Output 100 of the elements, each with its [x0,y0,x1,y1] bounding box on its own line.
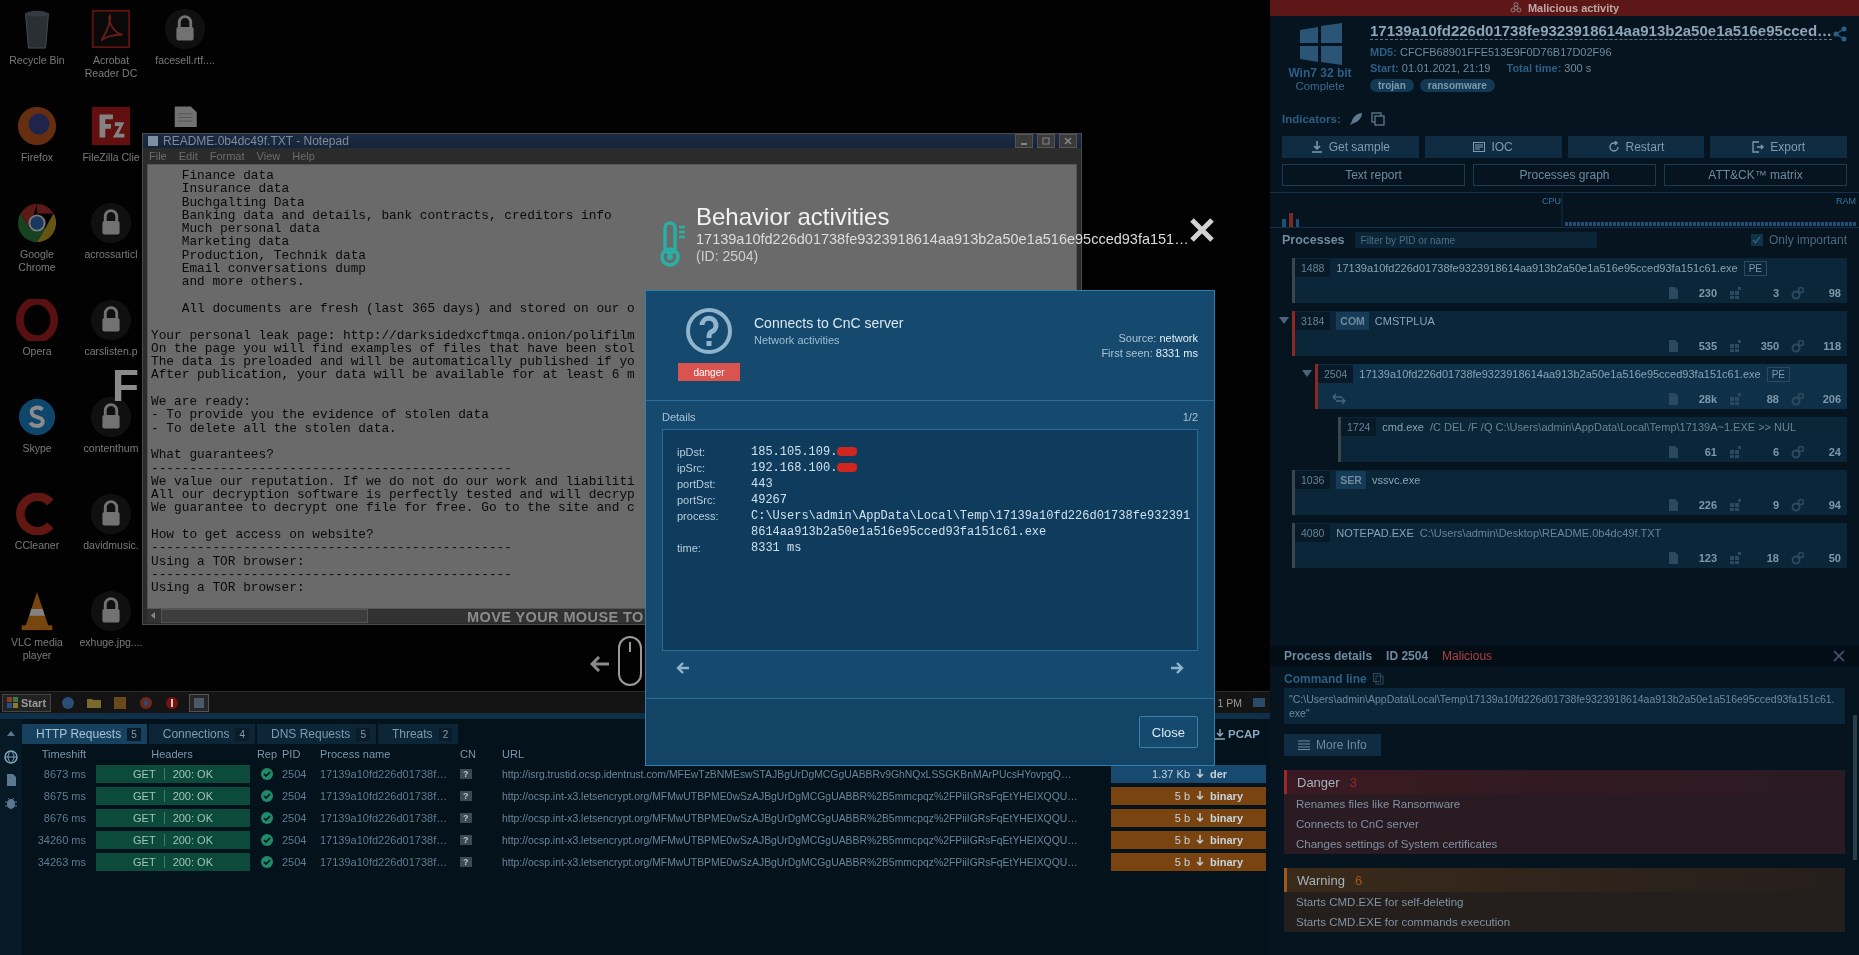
menu-item[interactable]: Format [209,150,245,162]
icon-label[interactable]: acrossarticl [84,248,138,261]
network-count: 24 [1828,446,1841,458]
size-badge[interactable]: 5 b binary [1111,831,1266,849]
process-id: ID 2504 [1386,649,1429,663]
icon-label[interactable]: carslisten.p [84,345,138,358]
tab[interactable]: DNS Requests 5 [257,724,376,744]
padlock-icon[interactable] [90,202,132,244]
icon-label[interactable]: Recycle Bin [9,54,65,67]
ring-logo-icon[interactable] [16,202,58,244]
tag[interactable]: trojan [1370,79,1414,92]
size-badge[interactable]: 5 b binary [1111,853,1266,871]
text-line: Banking data and details, bank contracts, creditors info [180,208,612,223]
round-logo-icon[interactable] [16,396,58,438]
caret-icon[interactable] [1302,370,1312,378]
caret-icon[interactable] [1279,317,1289,325]
filter-field[interactable]: Filter by PID or name [1354,232,1597,248]
icon-label[interactable]: exhuge.jpg.... [79,636,143,649]
indicator-item[interactable]: Starts CMD.EXE for self-deleting [1284,892,1845,912]
menu-item[interactable]: File [149,150,167,162]
padlock-icon[interactable] [164,8,206,50]
content-type: der [1210,768,1229,780]
process-row[interactable]: 1488 17139a10fd226d01738fe9323918614aa913b2a50e1a516e95cced93fa151c61.exe PE 230 3 98 [1292,258,1847,303]
column-header: URL [502,747,525,762]
icon-label[interactable]: Google Chrome [1,248,73,274]
maximize-button[interactable] [1037,134,1055,148]
tab[interactable]: Threats 2 [377,724,459,744]
icon-label[interactable]: FileZilla Clie [82,151,140,164]
arrow-left-icon[interactable] [676,661,690,675]
window-icon[interactable] [189,693,210,712]
bug-icon[interactable] [4,796,18,810]
size-badge[interactable]: 5 b binary [1111,787,1266,805]
indicator-item[interactable]: Starts CMD.EXE for commands execution [1284,912,1845,932]
behavior-category: Network activities [754,334,841,346]
process-args: /C DEL /F /Q C:\Users\admin\AppData\Local\Temp\17139A~1.EXE >> NUL [1429,421,1797,433]
menu-item[interactable]: Help [292,150,315,162]
scrollbar-thumb[interactable] [1853,715,1857,860]
checkbox[interactable] [1750,234,1763,246]
icon-label[interactable]: Firefox [20,151,54,164]
icon-label[interactable]: VLC media player [1,636,73,662]
tag[interactable]: ransomware [1419,79,1495,92]
action-button[interactable]: Export [1710,136,1847,158]
icon-label[interactable]: davidmusic. [83,539,139,552]
request-badge[interactable]: GET 200: OK [96,809,250,827]
sample-title[interactable]: 17139a10fd226d01738fe9323918614aa913b2a50e1a516e95cced… [1370,22,1833,40]
copy-icon[interactable] [1372,673,1384,685]
tab[interactable]: HTTP Requests 5 [22,724,147,744]
field-value: 443 [751,477,773,491]
indicator-item[interactable]: Changes settings of System certificates [1284,834,1845,854]
copies-icon[interactable] [1370,112,1385,126]
icon-label[interactable]: contenthum [83,442,139,455]
indicator-item[interactable]: Connects to CnC server [1284,814,1845,834]
square-logo-icon[interactable] [90,105,132,147]
request-badge[interactable]: GET 200: OK [96,853,250,871]
view-button[interactable]: Processes graph [1473,164,1656,186]
close-button[interactable]: Close [1138,716,1198,748]
icon-label[interactable]: CCleaner [14,539,60,552]
network-count: 98 [1828,287,1841,299]
status-code: 200: OK [163,856,213,868]
share-icon[interactable] [1832,26,1849,42]
size-badge[interactable]: 5 b binary [1111,809,1266,827]
icon-label[interactable]: Acrobat Reader DC [75,54,147,80]
tab[interactable]: Connections 4 [148,724,255,744]
start-button[interactable]: Start [2,693,52,712]
process-row[interactable]: 1724 cmd.exe /C DEL /F /Q C:\Users\admin\AppData\Local\Temp\17139A~1.EXE >> NUL 61 6 24 [1338,417,1847,462]
pcap-button[interactable]: PCAP [1209,727,1266,741]
process-row[interactable]: 1036 SER vssvc.exe 226 9 94 [1292,470,1847,515]
request-badge[interactable]: GET 200: OK [96,787,250,805]
view-button[interactable]: Text report [1282,164,1465,186]
padlock-icon[interactable] [90,299,132,341]
padlock-icon[interactable] [90,493,132,535]
icon-label[interactable]: Opera [22,345,52,358]
action-button[interactable]: Get sample [1282,136,1419,158]
icon-label[interactable]: Skype [22,442,52,455]
gears-icon [1791,286,1804,300]
severity-badge: danger [678,363,740,381]
request-badge[interactable]: GET 200: OK [96,765,250,783]
menu-item[interactable]: View [256,150,281,162]
process-row[interactable]: 2504 17139a10fd226d01738fe9323918614aa913b2a50e1a516e95cced93fa151c61.exe PE 28k 88 206 [1315,364,1847,409]
status-code: 200: OK [163,812,213,824]
minimize-button[interactable] [1015,134,1033,148]
close-icon[interactable] [1833,650,1845,662]
icon-label[interactable]: facesell.rtf.... [155,54,215,67]
arrow-right-icon[interactable] [1170,661,1184,675]
document-icon[interactable] [4,773,18,787]
file-icon [1667,551,1680,565]
view-button[interactable]: ATT&CK™ matrix [1664,164,1847,186]
padlock-icon[interactable] [90,590,132,632]
indicator-item[interactable]: Renames files like Ransomware [1284,794,1845,814]
start-time: Start: 01.01.2021, 21:19 [1370,62,1491,74]
more-info-button[interactable]: More Info [1284,734,1381,756]
request-badge[interactable]: GET 200: OK [96,831,250,849]
action-button[interactable]: IOC [1424,136,1562,158]
process-row[interactable]: 3184 COM CMSTPLUA 535 350 118 [1292,311,1847,356]
size-badge[interactable]: 1.37 Kb der [1111,765,1266,783]
action-button[interactable]: Restart [1567,136,1705,158]
download-icon [1215,728,1226,740]
text-line: - To provide you the evidence of stolen data [151,408,489,422]
content-type: binary [1210,856,1244,868]
process-row[interactable]: 4080 NOTEPAD.EXE C:\Users\admin\Desktop\README.0b4dc49f.TXT 123 18 50 [1292,523,1847,568]
